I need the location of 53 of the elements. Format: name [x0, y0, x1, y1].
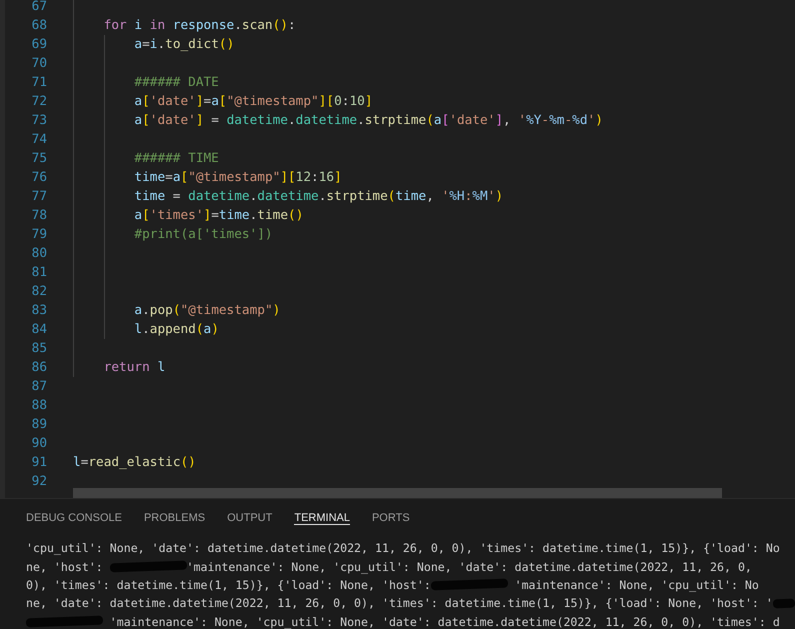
horizontal-scrollbar[interactable]	[73, 488, 722, 498]
terminal-text: ne, 'host':	[26, 560, 104, 574]
line-number: 72	[30, 94, 47, 109]
line-number: 86	[30, 360, 47, 375]
code-line: a['date']=a["@timestamp"][0:10]	[133, 94, 372, 109]
code-line: for i in response.scan():	[102, 18, 296, 33]
line-number: 88	[30, 398, 47, 413]
code-line: time = datetime.datetime.strptime(time, '%H:%M')	[133, 189, 504, 204]
line-number: 91	[30, 455, 47, 470]
line-number: 87	[30, 379, 47, 394]
line-number: 78	[30, 208, 47, 223]
panel-tab[interactable]: TERMINAL	[294, 500, 350, 525]
line-number: 73	[30, 113, 47, 128]
code-line: return l	[102, 360, 166, 375]
line-number: 83	[30, 303, 47, 318]
line-number: 71	[30, 75, 47, 90]
line-number: 69	[30, 37, 47, 52]
panel-tab[interactable]: OUTPUT	[227, 500, 272, 525]
line-number: 84	[30, 322, 47, 337]
line-number: 79	[30, 227, 47, 242]
line-number: 75	[30, 151, 47, 166]
line-number: 76	[30, 170, 47, 185]
terminal-text: 'maintenance': None, 'cpu_util': None, 'date': datetime.datetime(2022, 11, 26, 0, 0), 'times': d	[108, 614, 780, 629]
panel-tab[interactable]: PROBLEMS	[144, 500, 206, 525]
line-number: 89	[30, 417, 47, 432]
terminal-text: 'maintenance': None, 'cpu_util': No	[514, 578, 759, 592]
line-number: 81	[30, 265, 47, 280]
line-number: 74	[30, 132, 47, 147]
line-number: 68	[30, 18, 47, 33]
terminal-text: 'maintenance': None, 'cpu_util': None, 'date': datetime.datetime(2022, 11, 26, 0,	[186, 560, 752, 574]
terminal-text: ne, 'date': datetime.datetime(2022, 11, 26, 0, 0), 'times': datetime.time(1, 15)}, {'load': None, 'host': '	[26, 596, 773, 610]
line-number: 67	[30, 0, 47, 14]
code-line: time=a["@timestamp"][12:16]	[133, 170, 342, 185]
code-line: ###### DATE	[133, 75, 219, 90]
panel-tab[interactable]: DEBUG CONSOLE	[26, 500, 122, 525]
code-line: a['date'] = datetime.datetime.strptime(a['date'], '%Y-%m-%d')	[133, 113, 603, 128]
line-number: 80	[30, 246, 47, 261]
code-line: l.append(a)	[133, 322, 219, 337]
line-number: 82	[30, 284, 47, 299]
code-line: a['times']=time.time()	[133, 208, 304, 223]
line-number: 90	[30, 436, 47, 451]
line-number: 77	[30, 189, 47, 204]
terminal-text: 0), 'times': datetime.time(1, 15)}, {'load': None, 'host':	[26, 578, 431, 592]
code-line: a.pop("@timestamp")	[133, 303, 280, 318]
terminal-text: 'cpu_util': None, 'date': datetime.datetime(2022, 11, 26, 0, 0), 'times': datetime.time(1, 15)}, {'load': No	[26, 541, 780, 556]
code-line: #print(a['times'])	[133, 227, 273, 242]
line-number: 70	[30, 56, 47, 71]
code-line: a=i.to_dict()	[133, 37, 234, 52]
code-line: ###### TIME	[133, 151, 219, 166]
code-line: l=read_elastic()	[73, 455, 196, 470]
line-number: 92	[30, 474, 47, 489]
line-number: 85	[30, 341, 47, 356]
panel-tab[interactable]: PORTS	[372, 500, 410, 525]
